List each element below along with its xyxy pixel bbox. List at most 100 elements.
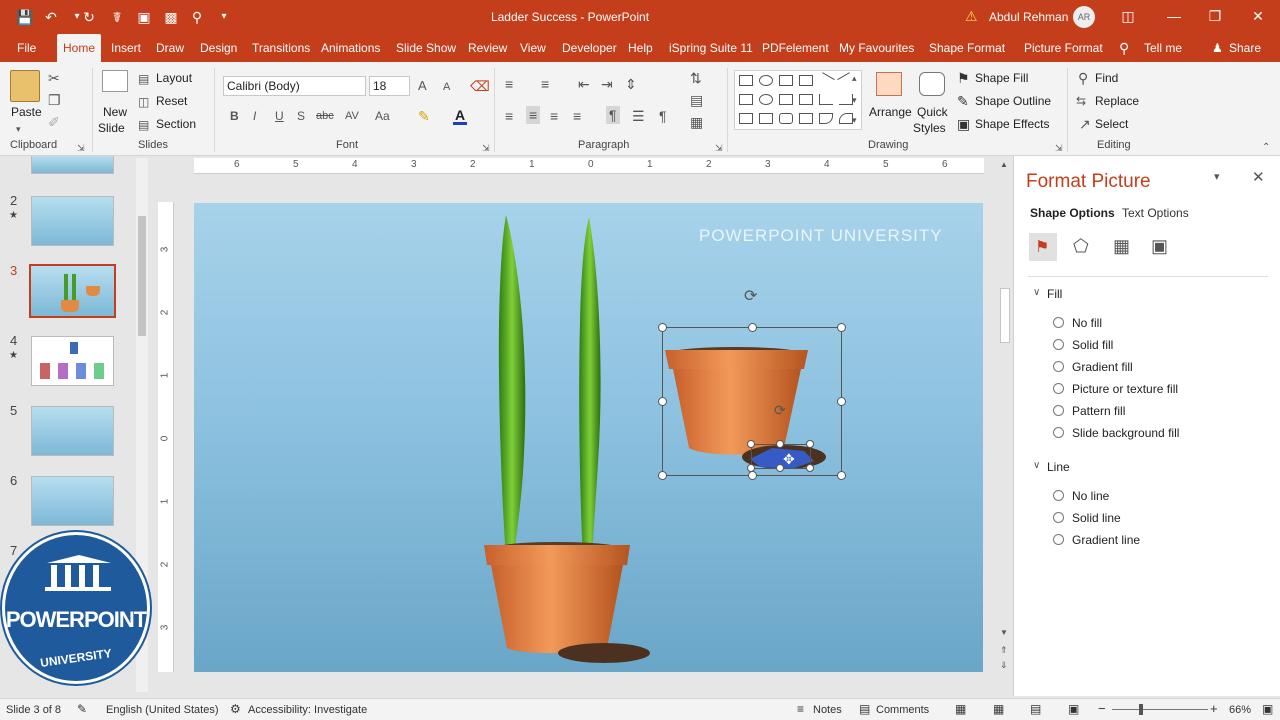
tell-me-box[interactable]: Tell me [1144, 34, 1182, 62]
radio-icon[interactable] [1053, 317, 1064, 328]
shape-outline-button[interactable]: Shape Outline [975, 94, 1051, 108]
resize-handle[interactable] [837, 471, 846, 480]
slide-thumbnail-2[interactable] [31, 196, 114, 246]
paste-dropdown-icon[interactable]: ▾ [16, 121, 21, 137]
radio-icon[interactable] [1053, 339, 1064, 350]
text-direction-vertical-icon[interactable]: ⇅ [690, 70, 702, 86]
slide-thumbnail-6[interactable] [31, 476, 114, 526]
arrange-icon[interactable] [876, 72, 902, 96]
line-option[interactable]: Solid line [1053, 511, 1121, 525]
tab-help[interactable]: Help [628, 34, 653, 62]
tab-picture-format[interactable]: Picture Format [1024, 34, 1103, 62]
text-direction-icon[interactable]: ¶ [606, 106, 620, 124]
replace-button[interactable]: Replace [1095, 94, 1139, 108]
increase-font-icon[interactable]: A [418, 78, 427, 94]
quick-styles-label-1[interactable]: Quick [917, 105, 948, 119]
scroll-up-icon[interactable]: ▲ [1000, 160, 1008, 169]
resize-handle[interactable] [776, 440, 784, 448]
size-properties-icon[interactable]: ▦ [1113, 236, 1130, 257]
fill-option[interactable]: Picture or texture fill [1053, 382, 1178, 396]
section-button[interactable]: Section [156, 117, 196, 131]
change-case-button[interactable]: Aa [375, 108, 390, 124]
tab-draw[interactable]: Draw [156, 34, 184, 62]
resize-handle[interactable] [837, 323, 846, 332]
layout-button[interactable]: Layout [156, 71, 192, 85]
font-name-box[interactable]: Calibri (Body) [223, 76, 366, 96]
strikethrough-button[interactable]: abc [316, 108, 334, 124]
resize-handle[interactable] [806, 440, 814, 448]
clear-format-icon[interactable]: ⌫ [470, 78, 490, 94]
save-icon[interactable]: 💾 [16, 8, 34, 26]
slide-thumbnail-4[interactable] [31, 336, 114, 386]
columns-icon[interactable]: ☰ [632, 108, 645, 124]
gallery-down-icon[interactable]: ▾ [852, 92, 857, 108]
clipboard-icon[interactable]: ▩ [162, 8, 180, 26]
minimize-icon[interactable]: — [1154, 0, 1194, 32]
radio-icon[interactable] [1053, 361, 1064, 372]
align-text-icon[interactable]: ▤ [690, 92, 703, 108]
resize-handle[interactable] [806, 464, 814, 472]
pane-close-icon[interactable]: ✕ [1252, 168, 1265, 186]
tab-pdfelement[interactable]: PDFelement [762, 34, 829, 62]
tab-ispring[interactable]: iSpring Suite 11 [669, 34, 753, 62]
warning-icon[interactable]: ⚠ [965, 8, 978, 25]
smartart-icon[interactable]: ▦ [690, 114, 703, 130]
line-collapse-icon[interactable]: ∨ [1033, 460, 1040, 471]
gallery-up-icon[interactable]: ▴ [852, 70, 857, 86]
tab-review[interactable]: Review [468, 34, 507, 62]
radio-icon[interactable] [1053, 512, 1064, 523]
bold-button[interactable]: B [230, 108, 239, 124]
resize-handle[interactable] [747, 440, 755, 448]
fill-line-icon[interactable]: ⚑ [1029, 233, 1057, 261]
restore-icon[interactable]: ❐ [1195, 0, 1235, 32]
bullets-icon[interactable]: ≡ [505, 76, 513, 92]
highlight-icon[interactable]: ✎ [418, 108, 430, 124]
decrease-indent-icon[interactable]: ⇤ [578, 76, 590, 92]
new-slide-label-2[interactable]: Slide [98, 121, 125, 135]
numbering-icon[interactable]: ≡ [541, 76, 549, 92]
tab-my-favourites[interactable]: My Favourites [839, 34, 914, 62]
radio-icon[interactable] [1053, 534, 1064, 545]
tab-animations[interactable]: Animations [321, 34, 380, 62]
quick-styles-label-2[interactable]: Styles [913, 121, 946, 135]
language-indicator[interactable]: English (United States) [106, 704, 219, 716]
paragraph-launcher-icon[interactable]: ⇲ [715, 140, 723, 156]
select-button[interactable]: Select [1095, 117, 1128, 131]
undo-icon[interactable]: ↶ [42, 8, 60, 26]
paste-button[interactable]: Paste [11, 105, 42, 119]
tab-view[interactable]: View [520, 34, 546, 62]
shadow-button[interactable]: S [297, 108, 305, 124]
tab-file[interactable]: File [17, 34, 36, 62]
format-painter-icon[interactable]: ✐ [48, 114, 60, 130]
reset-button[interactable]: Reset [156, 94, 187, 108]
drawing-launcher-icon[interactable]: ⇲ [1055, 140, 1063, 156]
gallery-more-icon[interactable]: ▾ [852, 112, 857, 128]
notes-button[interactable]: Notes [813, 704, 842, 716]
tab-text-options[interactable]: Text Options [1122, 206, 1189, 220]
radio-icon[interactable] [1053, 427, 1064, 438]
align-right-icon[interactable]: ≡ [550, 108, 558, 124]
slide-thumbnail-1[interactable] [31, 156, 114, 174]
pane-options-icon[interactable]: ▾ [1214, 170, 1220, 183]
resize-handle[interactable] [748, 323, 757, 332]
line-section-header[interactable]: Line [1047, 460, 1070, 474]
slide-sorter-icon[interactable]: ▦ [993, 702, 1004, 716]
line-spacing-icon[interactable]: ⇕ [625, 76, 637, 92]
fill-option[interactable]: No fill [1053, 316, 1102, 330]
arrange-button[interactable]: Arrange [869, 105, 912, 119]
font-launcher-icon[interactable]: ⇲ [482, 140, 490, 156]
italic-button[interactable]: I [253, 108, 256, 124]
resize-handle[interactable] [747, 464, 755, 472]
avatar[interactable]: AR [1073, 6, 1095, 28]
accessibility-icon[interactable]: ⚙ [230, 702, 241, 716]
scroll-down-icon[interactable]: ▼ [1000, 628, 1008, 637]
fill-section-header[interactable]: Fill [1047, 287, 1062, 301]
zoom-slider-thumb[interactable] [1139, 704, 1143, 715]
radio-icon[interactable] [1053, 383, 1064, 394]
slide-canvas[interactable]: POWERPOINT UNIVERSITY ⟳ ⟳ ✥ [194, 203, 983, 672]
zoom-slider[interactable] [1112, 709, 1208, 710]
zoom-in-icon[interactable]: + [1210, 701, 1218, 716]
slideshow-icon[interactable]: ▣ [1068, 702, 1079, 716]
decrease-font-icon[interactable]: A [443, 79, 450, 95]
touch-mode-icon[interactable]: ☤ [108, 8, 126, 26]
